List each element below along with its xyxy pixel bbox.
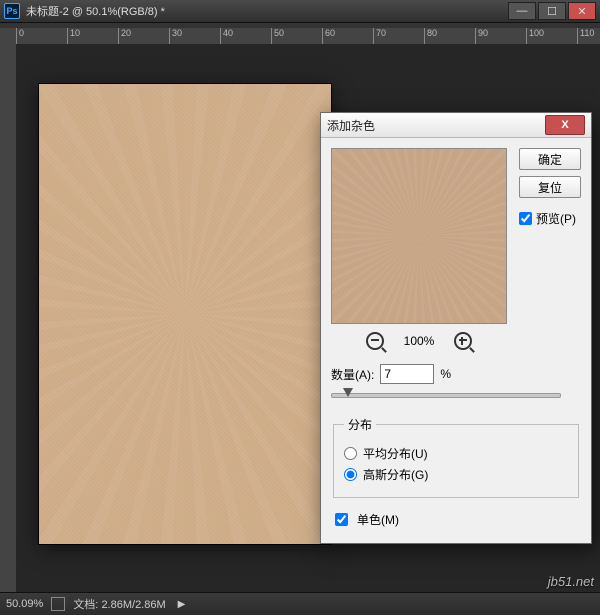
ruler-tick: 80 [424, 28, 475, 44]
minimize-button[interactable]: — [508, 2, 536, 20]
photoshop-window: Ps 未标题-2 @ 50.1%(RGB/8) * — ☐ ✕ 01020304… [0, 0, 600, 615]
document-title: 未标题-2 @ 50.1%(RGB/8) * [26, 3, 165, 19]
noise-preview-image [332, 149, 506, 323]
distribution-legend: 分布 [344, 416, 376, 433]
amount-unit: % [440, 367, 451, 381]
preview-checkbox[interactable] [519, 212, 532, 225]
statusbar: 50.09% 文档: 2.86M/2.86M ▶ [0, 592, 600, 615]
maximize-button[interactable]: ☐ [538, 2, 566, 20]
ruler-tick: 20 [118, 28, 169, 44]
amount-input[interactable] [380, 364, 434, 384]
ruler-tick: 50 [271, 28, 322, 44]
monochrome-row[interactable]: 单色(M) [331, 510, 581, 529]
canvas[interactable] [39, 84, 331, 544]
uniform-radio-row[interactable]: 平均分布(U) [344, 445, 568, 462]
ruler-tick: 110 [577, 28, 600, 44]
distribution-group: 分布 平均分布(U) 高斯分布(G) [333, 416, 579, 498]
ruler-tick: 30 [169, 28, 220, 44]
reset-button[interactable]: 复位 [519, 176, 581, 198]
uniform-radio[interactable] [344, 447, 357, 460]
ruler-vertical [0, 28, 17, 593]
preview-zoom-value: 100% [404, 334, 435, 348]
gaussian-radio-label: 高斯分布(G) [363, 466, 428, 483]
status-zoom: 50.09% [6, 598, 43, 610]
ruler-tick: 70 [373, 28, 424, 44]
dialog-close-button[interactable]: X [545, 115, 585, 135]
zoom-out-icon[interactable] [366, 332, 384, 350]
add-noise-dialog: 添加杂色 X 100% 确定 复位 预览(P) 数量(A [320, 112, 592, 544]
expand-icon[interactable] [51, 597, 65, 611]
preview-zoom-controls: 100% [331, 332, 507, 350]
preview-checkbox-row[interactable]: 预览(P) [519, 210, 581, 227]
watermark: jb51.net [548, 574, 594, 589]
amount-slider-thumb[interactable] [343, 388, 353, 397]
doc-size-label: 文档: [73, 599, 98, 611]
titlebar: Ps 未标题-2 @ 50.1%(RGB/8) * — ☐ ✕ [0, 0, 600, 23]
ruler-tick: 90 [475, 28, 526, 44]
amount-slider[interactable] [331, 388, 561, 402]
close-window-button[interactable]: ✕ [568, 2, 596, 20]
monochrome-checkbox[interactable] [335, 513, 348, 526]
amount-label: 数量(A): [331, 366, 374, 383]
ruler-tick: 40 [220, 28, 271, 44]
status-arrow-icon[interactable]: ▶ [178, 599, 186, 610]
dialog-title: 添加杂色 [327, 117, 375, 134]
doc-size-value: 2.86M/2.86M [101, 599, 165, 611]
noise-preview[interactable] [331, 148, 507, 324]
ruler-tick: 10 [67, 28, 118, 44]
preview-checkbox-label: 预览(P) [536, 210, 576, 227]
zoom-in-icon[interactable] [454, 332, 472, 350]
app-icon: Ps [4, 3, 20, 19]
ruler-horizontal: 0102030405060708090100110120 [16, 28, 600, 45]
amount-row: 数量(A): % [331, 364, 581, 384]
ruler-tick: 0 [16, 28, 67, 44]
ok-button[interactable]: 确定 [519, 148, 581, 170]
dialog-titlebar: 添加杂色 X [321, 113, 591, 138]
ruler-tick: 60 [322, 28, 373, 44]
uniform-radio-label: 平均分布(U) [363, 445, 428, 462]
monochrome-label: 单色(M) [357, 511, 399, 528]
canvas-content [39, 84, 331, 544]
ruler-tick: 100 [526, 28, 577, 44]
gaussian-radio[interactable] [344, 468, 357, 481]
gaussian-radio-row[interactable]: 高斯分布(G) [344, 466, 568, 483]
dialog-button-column: 确定 复位 预览(P) [519, 148, 581, 227]
